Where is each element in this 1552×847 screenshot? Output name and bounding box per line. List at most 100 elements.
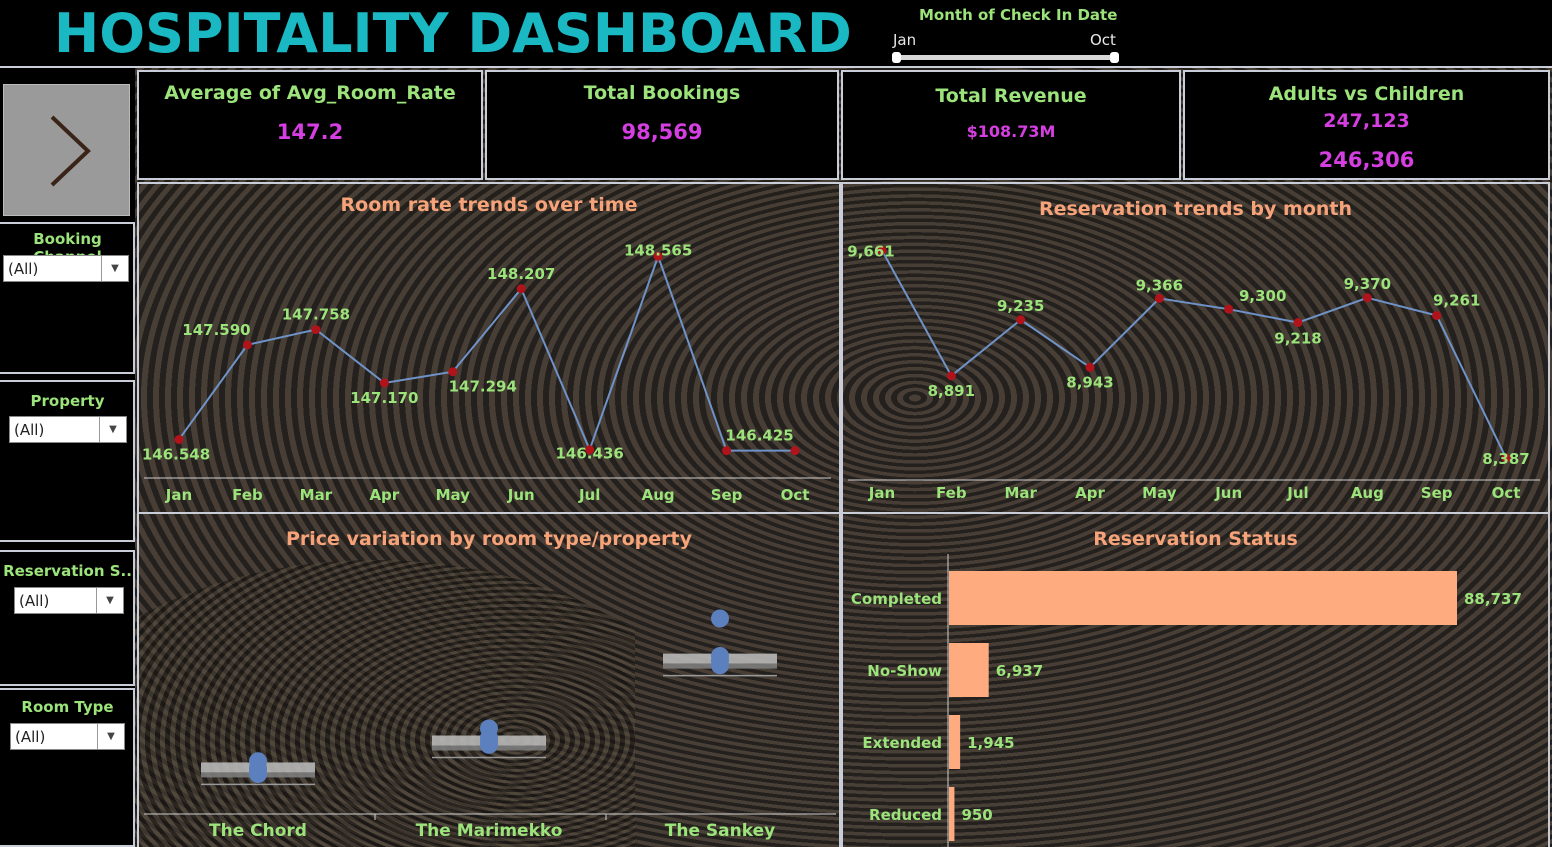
data-point <box>946 371 956 381</box>
x-tick-label: Feb <box>232 486 263 504</box>
kpi-value: 147.2 <box>276 120 344 144</box>
bar <box>949 787 955 841</box>
data-point <box>1016 315 1026 325</box>
data-label: 9,218 <box>1274 330 1321 348</box>
category-label: Completed <box>851 590 942 608</box>
data-point <box>174 434 184 444</box>
data-label: 147.170 <box>350 389 418 407</box>
data-point <box>1432 311 1442 321</box>
data-label: 9,261 <box>1433 292 1480 310</box>
category-label: Reduced <box>869 806 942 824</box>
kpi-total-revenue: Total Revenue $108.73M <box>841 70 1181 180</box>
reservation-status-dropdown[interactable]: (All) ▼ <box>14 587 124 614</box>
data-label: 1,945 <box>967 734 1014 752</box>
slider-handle-start[interactable] <box>892 52 901 63</box>
booking-channel-filter: Booking Channel (All) ▼ <box>0 222 135 374</box>
slider-handle-end[interactable] <box>1110 52 1119 63</box>
kpi-title: Average of Avg_Room_Rate <box>164 82 456 104</box>
month-filter-min: Jan <box>893 31 917 49</box>
data-point <box>516 284 526 294</box>
x-tick-label: Aug <box>642 486 675 504</box>
data-label: 8,387 <box>1482 450 1529 468</box>
dropdown-arrow-icon: ▼ <box>101 256 128 281</box>
data-label: 8,943 <box>1066 373 1113 391</box>
data-label: 9,235 <box>997 297 1044 315</box>
kpi-value-adults: 247,123 <box>1323 110 1410 132</box>
data-label: 9,661 <box>847 242 894 260</box>
data-point <box>1085 362 1095 372</box>
data-point <box>722 446 732 456</box>
bar <box>949 715 961 769</box>
x-tick-label: Mar <box>1004 484 1037 502</box>
data-point <box>1224 304 1234 314</box>
x-tick-label: Aug <box>1351 484 1384 502</box>
category-label: Extended <box>862 734 942 752</box>
kpi-total-bookings: Total Bookings 98,569 <box>485 70 839 180</box>
x-tick-label: Feb <box>936 484 967 502</box>
data-point <box>448 367 458 377</box>
data-point <box>1293 318 1303 328</box>
dropdown-value: (All) <box>8 260 39 278</box>
data-label: 146.425 <box>725 427 793 445</box>
kpi-title: Total Revenue <box>935 85 1087 107</box>
dropdown-arrow-icon: ▼ <box>96 588 123 613</box>
room-type-dropdown[interactable]: (All) ▼ <box>10 723 125 750</box>
x-tick-label: Sep <box>1421 484 1453 502</box>
kpi-avg-room-rate: Average of Avg_Room_Rate 147.2 <box>137 70 483 180</box>
x-tick-label: Oct <box>781 486 810 504</box>
room-type-label: Room Type <box>21 698 114 716</box>
data-label: 9,370 <box>1344 275 1391 293</box>
chevron-right-icon <box>50 115 91 187</box>
reservation-line-chart: 9,661 Jan 8,891 Feb 9,235 Mar 8,943 Apr 9,366 May… <box>847 242 1540 502</box>
x-tick-label: Oct <box>1492 484 1521 502</box>
data-label: 6,937 <box>996 662 1043 680</box>
x-tick-label: May <box>1142 484 1177 502</box>
data-label: 147.590 <box>182 321 250 339</box>
x-tick-label: Jul <box>578 486 600 504</box>
x-tick-label: Jul <box>1286 484 1308 502</box>
data-point <box>480 735 498 754</box>
data-label: 148.207 <box>487 265 555 283</box>
kpi-title: Total Bookings <box>583 82 741 104</box>
x-tick-label: Apr <box>369 486 399 504</box>
data-label: 9,300 <box>1239 287 1286 305</box>
data-point <box>311 325 321 335</box>
expand-nav-button[interactable] <box>3 84 130 216</box>
x-tick-label: May <box>436 486 471 504</box>
kpi-value-children: 246,306 <box>1318 148 1415 172</box>
bar <box>949 643 989 697</box>
reservation-status-bar-chart: Completed 88,737 No-Show 6,937 Extended 1,945… <box>851 554 1522 847</box>
dropdown-value: (All) <box>15 728 46 746</box>
data-point <box>249 765 267 784</box>
x-tick-label: Sep <box>711 486 743 504</box>
reservation-status-filter: Reservation S.. (All) ▼ <box>0 550 135 686</box>
data-point <box>1362 293 1372 303</box>
data-label: 8,891 <box>928 382 975 400</box>
data-point <box>379 378 389 388</box>
data-point <box>711 656 729 675</box>
dropdown-arrow-icon: ▼ <box>97 724 124 749</box>
property-label: Property <box>30 392 105 410</box>
kpi-adults-vs-children: Adults vs Children 247,123 246,306 <box>1183 70 1550 180</box>
x-tick-label: Jun <box>1214 484 1242 502</box>
x-tick-label: Jun <box>507 486 535 504</box>
data-label: 950 <box>961 806 992 824</box>
room-type-filter: Room Type (All) ▼ <box>0 688 135 847</box>
booking-channel-dropdown[interactable]: (All) ▼ <box>3 255 129 282</box>
data-point <box>711 609 729 628</box>
dropdown-arrow-icon: ▼ <box>99 417 126 442</box>
month-filter-label: Month of Check In Date <box>919 6 1118 24</box>
month-range-slider[interactable] <box>896 55 1118 60</box>
data-label: 146.548 <box>142 445 210 463</box>
series-line <box>178 253 795 453</box>
x-tick-label: Apr <box>1075 484 1105 502</box>
data-point <box>1154 293 1164 303</box>
price-variation-chart: The Chord The Marimekko The Sankey <box>144 609 836 841</box>
property-dropdown[interactable]: (All) ▼ <box>9 416 127 443</box>
data-label: 9,366 <box>1136 276 1183 294</box>
room-rate-line-chart: 146.548 Jan 147.590 Feb 147.758 Mar 147.170 Apr… <box>142 241 831 504</box>
data-point <box>242 340 252 350</box>
x-tick-label: Mar <box>300 486 333 504</box>
month-filter-max: Oct <box>1090 31 1116 49</box>
data-label: 147.294 <box>449 378 517 396</box>
